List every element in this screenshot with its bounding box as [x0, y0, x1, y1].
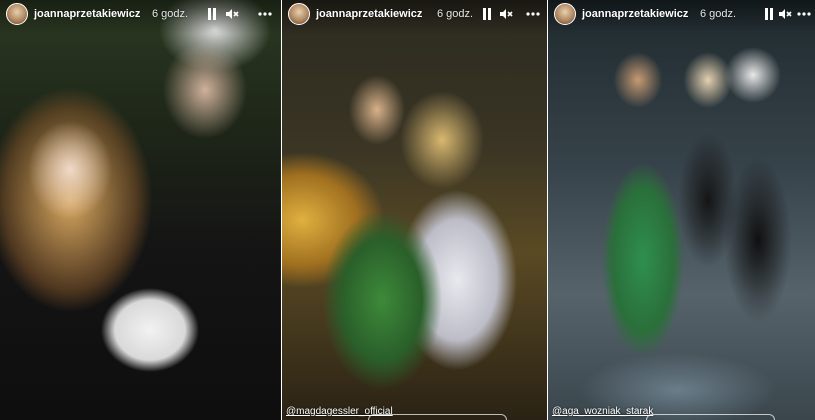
- speaker-muted-icon: [779, 9, 792, 19]
- timestamp: 6 godz.: [700, 8, 737, 20]
- pause-button[interactable]: [761, 6, 777, 22]
- story-photo: [282, 0, 547, 420]
- pause-button[interactable]: [479, 6, 495, 22]
- pause-icon: [764, 8, 774, 20]
- story-panel-3[interactable]: joannaprzetakiewicz 6 godz. @aga_wozniak…: [548, 0, 815, 420]
- timestamp: 6 godz.: [152, 8, 189, 20]
- more-icon: [258, 12, 272, 16]
- username[interactable]: joannaprzetakiewicz: [316, 8, 422, 20]
- speaker-muted-icon: [500, 9, 513, 19]
- avatar[interactable]: [6, 3, 28, 25]
- avatar[interactable]: [288, 3, 310, 25]
- pause-icon: [482, 8, 492, 20]
- story-collage: joannaprzetakiewicz 6 godz. joannaprzeta…: [0, 0, 815, 420]
- more-button[interactable]: [796, 6, 812, 22]
- more-button[interactable]: [257, 6, 273, 22]
- pause-button[interactable]: [204, 6, 220, 22]
- more-icon: [526, 12, 540, 16]
- speaker-muted-icon: [226, 9, 239, 19]
- avatar[interactable]: [554, 3, 576, 25]
- story-header: joannaprzetakiewicz 6 godz.: [282, 0, 547, 34]
- more-button[interactable]: [525, 6, 541, 22]
- story-header: joannaprzetakiewicz 6 godz.: [548, 0, 815, 34]
- mention-tag[interactable]: @aga_wozniak_starak: [552, 406, 653, 417]
- story-panel-2[interactable]: joannaprzetakiewicz 6 godz. @magdagessle…: [282, 0, 547, 420]
- reply-bar[interactable]: [368, 414, 507, 420]
- pause-icon: [207, 8, 217, 20]
- timestamp: 6 godz.: [437, 8, 474, 20]
- username[interactable]: joannaprzetakiewicz: [582, 8, 688, 20]
- mute-button[interactable]: [777, 6, 793, 22]
- story-panel-1[interactable]: joannaprzetakiewicz 6 godz.: [0, 0, 281, 420]
- story-photo: [0, 0, 281, 420]
- more-icon: [797, 12, 811, 16]
- story-header: joannaprzetakiewicz 6 godz.: [0, 0, 281, 34]
- reply-bar[interactable]: [646, 414, 775, 420]
- mute-button[interactable]: [498, 6, 514, 22]
- username[interactable]: joannaprzetakiewicz: [34, 8, 140, 20]
- story-photo: [548, 0, 815, 420]
- mute-button[interactable]: [224, 6, 240, 22]
